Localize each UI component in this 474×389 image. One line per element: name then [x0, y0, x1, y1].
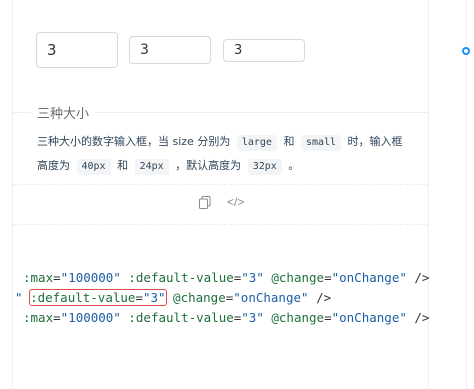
actions-divider-top: [13, 184, 428, 185]
copy-icon[interactable]: [199, 195, 211, 209]
input-number-large[interactable]: 3: [36, 32, 118, 68]
actions-divider-bottom: [13, 224, 428, 225]
demo-card: 3 3 3 三种大小 三种大小的数字输入框，当 size 分别为 large 和…: [12, 0, 429, 389]
input-number-small[interactable]: 3: [223, 39, 305, 62]
code-tag-small: small: [300, 135, 342, 151]
code-tag-32px: 32px: [247, 159, 282, 175]
code-line: :max="100000" :default-value="3" @change…: [23, 270, 430, 285]
anchor-dot-icon[interactable]: [462, 47, 470, 55]
code-tag-40px: 40px: [76, 159, 111, 175]
section-description: 三种大小的数字输入框，当 size 分别为 large 和 small 时，输入…: [37, 130, 412, 178]
code-line: " :default-value="3" @change="onChange" …: [15, 289, 332, 306]
highlighted-code: :default-value="3": [29, 289, 167, 306]
input-value: 3: [234, 43, 243, 58]
code-tag-24px: 24px: [134, 159, 169, 175]
code-block: :max="100000" :default-value="3" @change…: [13, 268, 430, 338]
anchor-rail: [446, 0, 474, 389]
section-title: 三种大小: [31, 103, 96, 122]
anchor-line: [466, 0, 467, 389]
code-tag-large: large: [236, 135, 277, 151]
code-icon[interactable]: </>: [227, 195, 244, 209]
input-value: 3: [140, 42, 149, 58]
code-line: :max="100000" :default-value="3" @change…: [23, 310, 430, 325]
input-number-default[interactable]: 3: [129, 36, 211, 64]
input-value: 3: [47, 41, 57, 59]
code-actions: </>: [199, 195, 244, 209]
